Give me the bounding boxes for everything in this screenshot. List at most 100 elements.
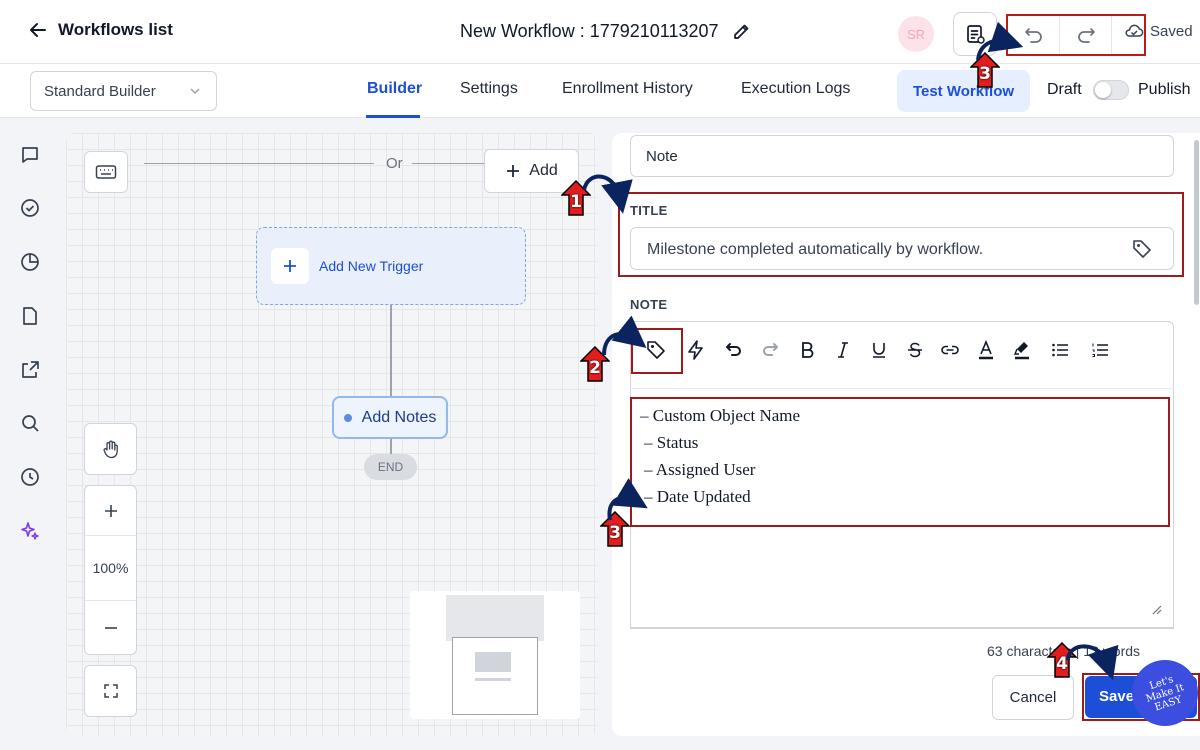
connector-line	[390, 439, 392, 455]
end-node: END	[364, 454, 417, 480]
zoom-in-button[interactable]	[85, 486, 136, 536]
step-badge-4: 4	[1047, 642, 1077, 678]
logo-text: Let's Make It EASY	[1144, 673, 1186, 714]
note-line: – Assigned User	[644, 460, 756, 479]
undo-button[interactable]	[1008, 16, 1060, 54]
italic-icon[interactable]	[831, 338, 855, 362]
trigger-label: Add New Trigger	[319, 258, 424, 274]
panel-scrollbar[interactable]	[1194, 140, 1199, 305]
check-circle-icon[interactable]	[18, 196, 42, 220]
connector-line	[390, 305, 392, 397]
title-input[interactable]: Milestone completed automatically by wor…	[630, 227, 1174, 270]
step-badge-3: 3	[600, 511, 630, 547]
lightning-icon[interactable]	[684, 338, 708, 362]
note-line: – Date Updated	[644, 487, 751, 506]
minus-icon	[104, 621, 118, 635]
redo-icon	[1075, 24, 1097, 46]
note-line: – Status	[644, 433, 699, 452]
left-sidebar	[0, 118, 60, 750]
pencil-icon[interactable]	[731, 22, 751, 42]
or-divider-left	[144, 163, 374, 164]
sparkles-icon[interactable]	[18, 519, 42, 543]
minimap-viewport[interactable]	[452, 637, 538, 715]
redo-button[interactable]	[1060, 16, 1112, 54]
add-label: Add	[529, 162, 558, 179]
title-input-value: Milestone completed automatically by wor…	[647, 241, 984, 258]
link-icon[interactable]	[938, 338, 962, 362]
plus-icon	[271, 248, 309, 284]
workflow-canvas[interactable]: Or Add Add New Trigger Add Notes END 100…	[66, 133, 598, 736]
step-badge-2: 2	[580, 346, 610, 382]
tag-icon[interactable]	[1131, 238, 1153, 260]
add-notes-action-node[interactable]: Add Notes	[332, 396, 448, 439]
builder-toolbar: Standard Builder Builder Settings Enroll…	[0, 64, 1200, 118]
cancel-button[interactable]: Cancel	[992, 675, 1074, 720]
history-icon[interactable]	[18, 465, 42, 489]
step-badge-1: 1	[561, 180, 591, 216]
tag-icon[interactable]	[644, 338, 668, 362]
keyboard-shortcuts-button[interactable]	[84, 151, 128, 193]
redo-icon[interactable]	[758, 338, 782, 362]
fit-view-button[interactable]	[84, 665, 137, 717]
zoom-controls: 100%	[84, 485, 137, 655]
action-config-panel: Note TITLE Milestone completed automatic…	[612, 133, 1200, 736]
bold-icon[interactable]	[795, 338, 819, 362]
minimap-node	[475, 652, 511, 672]
strikethrough-icon[interactable]	[903, 338, 927, 362]
resize-handle-icon[interactable]	[1150, 603, 1162, 615]
chat-icon[interactable]	[18, 143, 42, 167]
highlight-icon[interactable]	[1010, 338, 1034, 362]
workflow-title-text: New Workflow : 1779210113207	[460, 21, 719, 41]
step-badge-3-top: 3	[970, 52, 1000, 88]
save-status: Saved	[1124, 22, 1193, 40]
builder-type-select[interactable]: Standard Builder	[30, 71, 217, 111]
file-icon[interactable]	[18, 304, 42, 328]
plus-icon	[505, 163, 521, 179]
test-workflow-button[interactable]: Test Workflow	[897, 70, 1030, 112]
plus-icon	[104, 504, 118, 518]
lets-make-it-easy-logo: Let's Make It EASY	[1132, 660, 1198, 726]
search-icon[interactable]	[18, 411, 42, 435]
notes-log-button[interactable]	[953, 12, 997, 56]
workflow-title: New Workflow : 1779210113207	[460, 21, 751, 42]
tab-settings[interactable]: Settings	[460, 80, 518, 98]
saved-label: Saved	[1150, 22, 1193, 40]
external-link-icon[interactable]	[18, 358, 42, 382]
avatar[interactable]: SR	[898, 16, 934, 52]
arrow-left-icon	[28, 20, 48, 40]
back-to-workflows-link[interactable]: Workflows list	[28, 20, 173, 40]
text-color-icon[interactable]	[974, 338, 998, 362]
cloud-check-icon	[1124, 22, 1144, 40]
or-label: Or	[386, 155, 403, 172]
clipboard-icon	[964, 23, 986, 45]
keyboard-icon	[95, 164, 117, 180]
hand-icon	[102, 439, 120, 459]
pan-mode-button[interactable]	[84, 423, 137, 475]
pie-chart-icon[interactable]	[18, 250, 42, 274]
note-label: NOTE	[630, 297, 668, 312]
publish-toggle[interactable]	[1093, 80, 1129, 100]
tab-execution-logs[interactable]: Execution Logs	[741, 80, 850, 98]
publish-label: Publish	[1138, 81, 1191, 98]
undo-icon	[1023, 24, 1045, 46]
minimap-node	[475, 678, 511, 681]
action-node-label: Add Notes	[361, 408, 437, 426]
builder-type-value: Standard Builder	[44, 82, 156, 100]
add-new-trigger-node[interactable]: Add New Trigger	[256, 227, 526, 305]
note-action-select[interactable]: Note	[630, 135, 1174, 177]
minimap-trigger-preview	[446, 595, 544, 641]
fullscreen-icon	[103, 683, 119, 699]
zoom-level: 100%	[85, 536, 136, 601]
underline-icon[interactable]	[867, 338, 891, 362]
numbered-list-icon[interactable]	[1088, 338, 1112, 362]
undo-icon[interactable]	[722, 338, 746, 362]
note-line: – Custom Object Name	[640, 406, 801, 425]
active-tab-indicator	[366, 115, 420, 118]
zoom-out-button[interactable]	[85, 601, 136, 654]
editor-footer-divider	[630, 628, 1174, 629]
bullet-list-icon[interactable]	[1048, 338, 1072, 362]
tab-enrollment-history[interactable]: Enrollment History	[562, 80, 693, 98]
tab-builder[interactable]: Builder	[367, 80, 422, 98]
or-divider-right	[412, 163, 484, 164]
minimap[interactable]	[410, 591, 580, 719]
